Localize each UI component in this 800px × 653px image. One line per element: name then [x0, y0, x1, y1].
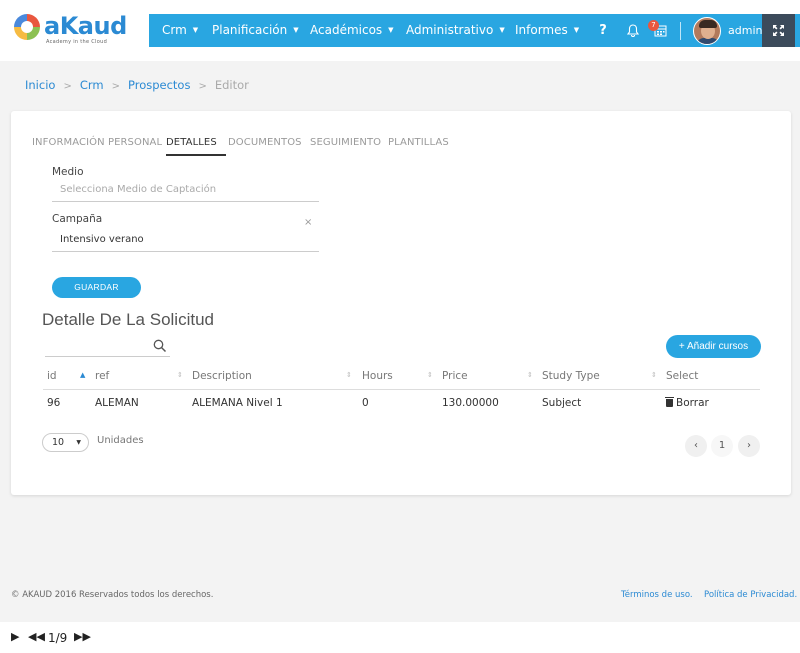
nav-label: Informes: [515, 23, 568, 37]
tab-detalles[interactable]: DETALLES: [166, 137, 217, 148]
nav-label: Administrativo: [406, 23, 494, 37]
column-header-ref[interactable]: ref: [95, 370, 109, 382]
trash-icon: [665, 397, 674, 407]
editor-card: INFORMACIÓN PERSONAL DETALLES DOCUMENTOS…: [11, 111, 791, 495]
campana-select[interactable]: [52, 228, 319, 252]
caret-down-icon: ▼: [76, 439, 81, 446]
nav-item-administrativo[interactable]: Administrativo ▼: [406, 14, 505, 47]
column-header-hours[interactable]: Hours: [362, 370, 393, 382]
column-header-select: Select: [666, 370, 699, 382]
user-name[interactable]: admin: [728, 14, 762, 47]
caret-down-icon: ▼: [388, 26, 394, 34]
campana-label: Campaña: [52, 213, 103, 225]
column-header-study-type[interactable]: Study Type: [542, 370, 600, 382]
column-header-description[interactable]: Description: [192, 370, 252, 382]
brand-tagline: Academy in the Cloud: [46, 39, 108, 45]
cell-hours: 0: [362, 397, 369, 409]
column-header-price[interactable]: Price: [442, 370, 468, 382]
search-icon[interactable]: [153, 339, 167, 353]
breadcrumb-inicio[interactable]: Inicio: [25, 78, 55, 92]
medio-select[interactable]: [52, 178, 319, 202]
sort-icon[interactable]: ⇕: [177, 371, 183, 379]
privacy-link[interactable]: Política de Privacidad.: [704, 590, 797, 600]
table-header-divider: [43, 389, 760, 390]
help-icon[interactable]: ?: [595, 14, 611, 47]
column-header-id[interactable]: id: [47, 370, 57, 382]
nav-item-informes[interactable]: Informes ▼: [515, 14, 579, 47]
sort-icon[interactable]: ⇕: [527, 371, 533, 379]
breadcrumb-separator: >: [63, 81, 72, 92]
avatar[interactable]: [693, 17, 721, 45]
avatar-shirt: [696, 38, 720, 44]
cell-id: 96: [47, 397, 61, 409]
sort-icon[interactable]: ⇕: [427, 371, 433, 379]
caret-down-icon: ▼: [573, 26, 580, 34]
caret-down-icon: ▼: [499, 26, 505, 34]
breadcrumb-prospectos[interactable]: Prospectos: [128, 78, 190, 92]
nav-item-planificacion[interactable]: Planificación ▼: [212, 14, 299, 47]
nav-label: Crm: [162, 23, 187, 37]
breadcrumb-separator: >: [111, 81, 120, 92]
page-number-1[interactable]: 1: [711, 435, 733, 457]
sort-icon[interactable]: ⇕: [651, 371, 657, 379]
nav-label: Académicos: [310, 23, 383, 37]
delete-row-button[interactable]: Borrar: [665, 397, 709, 409]
tab-documentos[interactable]: DOCUMENTOS: [228, 137, 302, 148]
fullscreen-button[interactable]: [762, 14, 795, 47]
expand-icon: [773, 24, 784, 36]
slideshow-controls: ▶ ◀◀ 1/9 ▶▶: [0, 622, 800, 653]
per-page-label: Unidades: [97, 435, 144, 446]
cell-study-type: Subject: [542, 397, 582, 409]
delete-label: Borrar: [676, 397, 709, 409]
tab-plantillas[interactable]: PLANTILLAS: [388, 137, 449, 148]
nav-item-crm[interactable]: Crm ▼: [162, 14, 198, 47]
cell-ref: ALEMAN: [95, 397, 139, 409]
nav-item-academicos[interactable]: Académicos ▼: [310, 14, 394, 47]
cell-price: 130.00000: [442, 397, 499, 409]
prev-page-button[interactable]: ‹: [685, 435, 707, 457]
play-icon[interactable]: ▶: [11, 630, 19, 643]
bell-icon[interactable]: [623, 14, 643, 47]
tab-seguimiento[interactable]: SEGUIMIENTO: [310, 137, 381, 148]
avatar-hair: [699, 20, 717, 28]
cell-description: ALEMANA Nivel 1: [192, 397, 283, 409]
next-page-button[interactable]: ›: [738, 435, 760, 457]
sort-asc-icon[interactable]: ▲: [80, 371, 85, 379]
fast-forward-icon[interactable]: ▶▶: [74, 630, 91, 643]
brand-logo[interactable]: aKaud Academy in the Cloud: [12, 10, 142, 50]
terms-link[interactable]: Términos de uso.: [621, 590, 693, 600]
search-input[interactable]: [45, 337, 170, 357]
notification-badge: 7: [648, 20, 659, 31]
save-button[interactable]: GUARDAR: [52, 277, 141, 298]
per-page-select[interactable]: 10 ▼: [42, 433, 89, 452]
logo-mark-icon: [14, 14, 40, 40]
breadcrumb-crm[interactable]: Crm: [80, 78, 104, 92]
breadcrumb-separator: >: [198, 81, 207, 92]
nav-divider: [680, 22, 681, 40]
clear-campana-icon[interactable]: ×: [304, 217, 312, 228]
brand-name: aKaud: [44, 12, 127, 40]
caret-down-icon: ▼: [192, 26, 199, 34]
sort-icon[interactable]: ⇕: [346, 371, 352, 379]
active-tab-indicator: [166, 154, 226, 156]
medio-label: Medio: [52, 166, 84, 178]
section-title: Detalle De La Solicitud: [42, 310, 214, 329]
add-courses-button[interactable]: + Añadir cursos: [666, 335, 761, 358]
breadcrumb: Inicio > Crm > Prospectos > Editor: [25, 78, 249, 92]
per-page-value: 10: [52, 437, 65, 448]
copyright-text: © AKAUD 2016 Reservados todos los derech…: [11, 590, 214, 600]
nav-label: Planificación: [212, 23, 288, 37]
breadcrumb-current: Editor: [214, 78, 249, 92]
caret-down-icon: ▼: [293, 26, 299, 34]
rewind-icon[interactable]: ◀◀: [28, 630, 45, 643]
slide-counter: 1/9: [48, 631, 68, 645]
tab-informacion-personal[interactable]: INFORMACIÓN PERSONAL: [32, 137, 162, 148]
